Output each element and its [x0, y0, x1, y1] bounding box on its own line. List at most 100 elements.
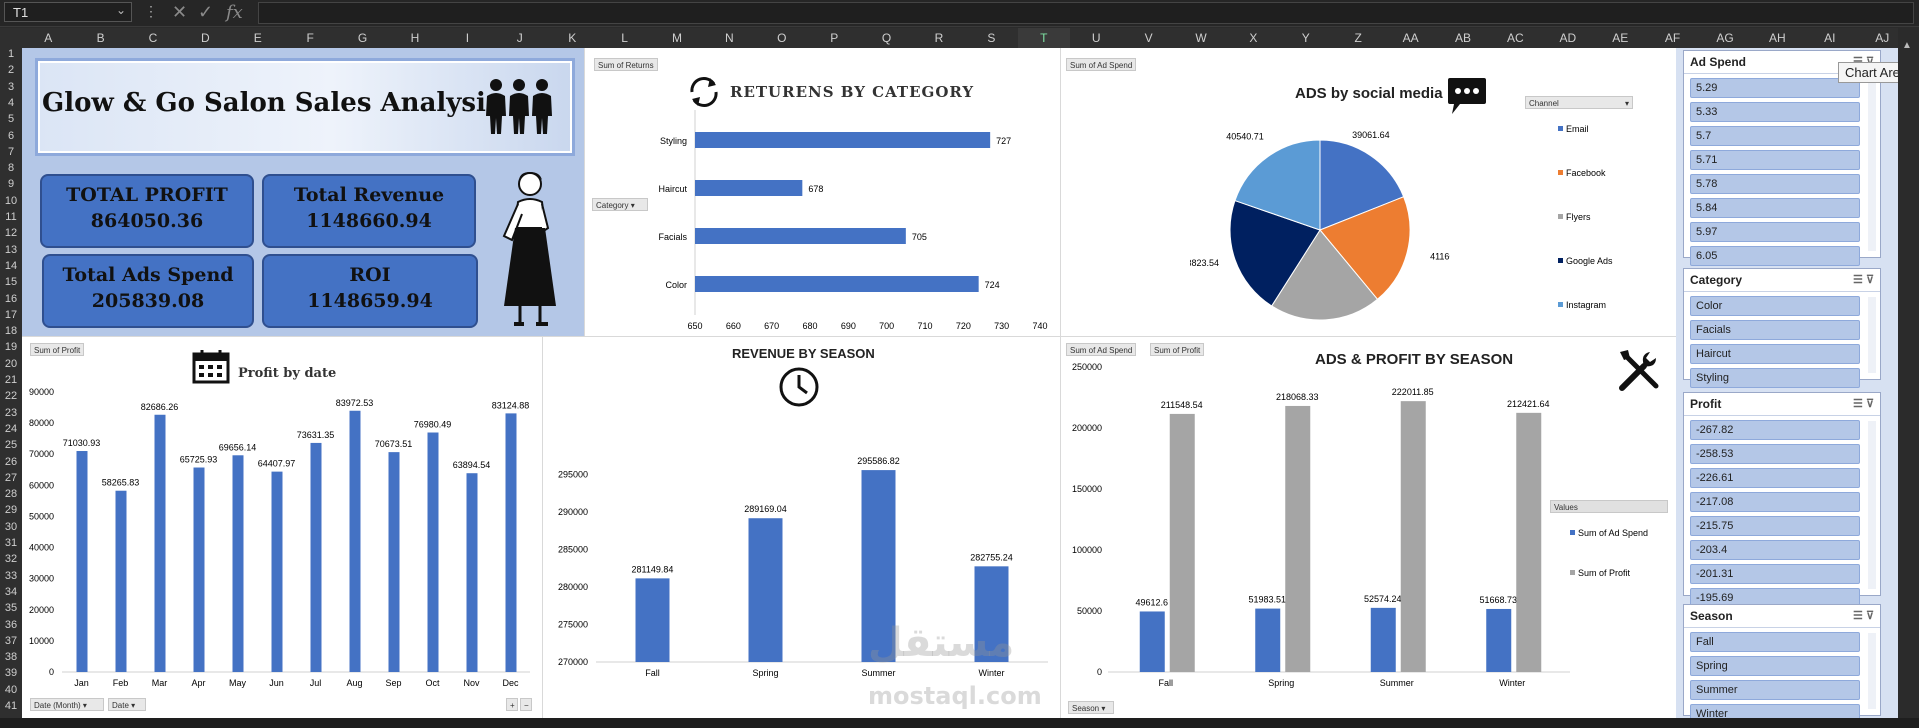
row-header[interactable]: 7 — [0, 146, 22, 158]
formula-input[interactable] — [258, 2, 1914, 24]
column-header[interactable]: AF — [1646, 28, 1698, 48]
row-header[interactable]: 28 — [0, 488, 22, 500]
expand-button[interactable]: + — [506, 698, 518, 711]
column-header[interactable]: M — [651, 28, 703, 48]
slicer-category[interactable]: Category ☰ ⊽ Color Facials Haircut Styling — [1683, 268, 1881, 388]
column-header[interactable]: N — [703, 28, 755, 48]
row-header[interactable]: 31 — [0, 537, 22, 549]
row-header[interactable]: 4 — [0, 97, 22, 109]
slicer-item[interactable]: -267.82 — [1690, 420, 1860, 440]
column-header[interactable]: P — [808, 28, 860, 48]
slicer-item[interactable]: 6.05 — [1690, 246, 1860, 266]
column-header[interactable]: V — [1122, 28, 1174, 48]
row-header[interactable]: 30 — [0, 521, 22, 533]
row-header[interactable]: 19 — [0, 341, 22, 353]
slicer-season[interactable]: Season ☰ ⊽ Fall Spring Summer Winter — [1683, 604, 1881, 724]
column-header[interactable]: W — [1175, 28, 1227, 48]
row-header[interactable]: 27 — [0, 472, 22, 484]
row-header[interactable]: 13 — [0, 244, 22, 256]
row-header[interactable]: 18 — [0, 325, 22, 337]
slicer-item[interactable]: Fall — [1690, 632, 1860, 652]
filter-dropdown-icon[interactable]: ▾ — [1101, 704, 1105, 713]
row-header[interactable]: 21 — [0, 374, 22, 386]
column-header[interactable]: Q — [860, 28, 912, 48]
more-icon[interactable]: ⋮ — [144, 3, 158, 20]
row-header[interactable]: 40 — [0, 684, 22, 696]
row-header[interactable]: 34 — [0, 586, 22, 598]
slicer-profit[interactable]: Profit ☰ ⊽ -267.82 -258.53 -226.61 -217.08 -2… — [1683, 392, 1881, 608]
returns-by-category-chart[interactable]: Styling 727 Haircut 678 Facials 705 Color 724 65… — [585, 110, 1055, 336]
column-header[interactable]: C — [127, 28, 179, 48]
name-box[interactable]: T1 — [4, 2, 132, 22]
slicer-scrollbar[interactable] — [1868, 297, 1876, 373]
pivot-field-button[interactable]: Sum of Ad Spend — [1066, 343, 1137, 356]
slicer-item[interactable]: 5.84 — [1690, 198, 1860, 218]
slicer-item[interactable]: 5.78 — [1690, 174, 1860, 194]
slicer-scrollbar[interactable] — [1868, 421, 1876, 589]
column-header[interactable]: O — [756, 28, 808, 48]
slicer-item[interactable]: Haircut — [1690, 344, 1860, 364]
legend-values-header[interactable]: Values — [1550, 500, 1668, 513]
row-header[interactable]: 1 — [0, 48, 22, 60]
slicer-scrollbar[interactable] — [1868, 633, 1876, 709]
slicer-item[interactable]: -258.53 — [1690, 444, 1860, 464]
vertical-scrollbar[interactable] — [1898, 28, 1919, 718]
row-header[interactable]: 25 — [0, 439, 22, 451]
column-header[interactable]: H — [389, 28, 441, 48]
pivot-field-button[interactable]: Sum of Returns — [594, 58, 658, 71]
filter-dropdown-icon[interactable]: ▾ — [131, 701, 135, 710]
row-header[interactable]: 3 — [0, 81, 22, 93]
column-header[interactable]: R — [913, 28, 965, 48]
row-header[interactable]: 23 — [0, 407, 22, 419]
column-header[interactable]: T — [1017, 28, 1070, 50]
filter-dropdown-icon[interactable]: ▾ — [83, 701, 87, 710]
scroll-up-icon[interactable]: ▲ — [1902, 40, 1912, 51]
chevron-down-icon[interactable]: ⌄ — [116, 3, 126, 17]
cancel-icon[interactable]: ✕ — [172, 2, 187, 23]
column-header[interactable]: U — [1070, 28, 1122, 48]
row-header[interactable]: 9 — [0, 178, 22, 190]
slicer-item[interactable]: 5.97 — [1690, 222, 1860, 242]
row-header[interactable]: 12 — [0, 227, 22, 239]
column-header[interactable]: Z — [1332, 28, 1384, 48]
column-header[interactable]: AG — [1699, 28, 1751, 48]
pivot-field-button[interactable]: Date (Month) ▾ — [30, 698, 104, 711]
column-header[interactable]: E — [232, 28, 284, 48]
slicer-item[interactable]: 5.29 — [1690, 78, 1860, 98]
ads-by-social-media-chart[interactable]: 39061.6441166.7341246.4643823.5440540.71 — [1190, 120, 1450, 330]
row-header[interactable]: 37 — [0, 635, 22, 647]
collapse-button[interactable]: − — [520, 698, 532, 711]
column-header[interactable]: A — [22, 28, 74, 48]
column-header[interactable]: X — [1227, 28, 1279, 48]
row-header[interactable]: 6 — [0, 130, 22, 142]
row-header[interactable]: 17 — [0, 309, 22, 321]
column-header[interactable]: B — [74, 28, 126, 48]
row-header[interactable]: 14 — [0, 260, 22, 272]
column-header[interactable]: AD — [1542, 28, 1594, 48]
column-header[interactable]: AH — [1751, 28, 1803, 48]
slicer-scrollbar[interactable] — [1868, 79, 1876, 251]
slicer-item[interactable]: 5.7 — [1690, 126, 1860, 146]
check-icon[interactable]: ✓ — [198, 2, 213, 23]
row-header[interactable]: 10 — [0, 195, 22, 207]
slicer-item[interactable]: 5.71 — [1690, 150, 1860, 170]
column-header[interactable]: K — [546, 28, 598, 48]
row-header[interactable]: 2 — [0, 64, 22, 76]
pivot-field-button[interactable]: Sum of Profit — [1150, 343, 1205, 356]
row-header[interactable]: 26 — [0, 456, 22, 468]
column-header[interactable]: AI — [1804, 28, 1856, 48]
slicer-item[interactable]: -217.08 — [1690, 492, 1860, 512]
pivot-field-button[interactable]: Date ▾ — [108, 698, 146, 711]
slicer-item[interactable]: -215.75 — [1690, 516, 1860, 536]
slicer-item[interactable]: Spring — [1690, 656, 1860, 676]
pivot-field-button[interactable]: Sum of Profit — [30, 343, 85, 356]
clear-filter-icon[interactable]: ☰ ⊽ — [1853, 393, 1874, 415]
clear-filter-icon[interactable]: ☰ ⊽ — [1853, 605, 1874, 627]
column-header[interactable]: AA — [1384, 28, 1436, 48]
column-header[interactable]: L — [598, 28, 650, 48]
column-header[interactable]: AE — [1594, 28, 1646, 48]
slicer-item[interactable]: Styling — [1690, 368, 1860, 388]
row-header[interactable]: 8 — [0, 162, 22, 174]
pivot-field-button[interactable]: Sum of Ad Spend — [1066, 58, 1137, 71]
profit-by-date-chart[interactable]: 0 10000 20000 30000 40000 50000 60000 70000 8000… — [22, 380, 542, 700]
